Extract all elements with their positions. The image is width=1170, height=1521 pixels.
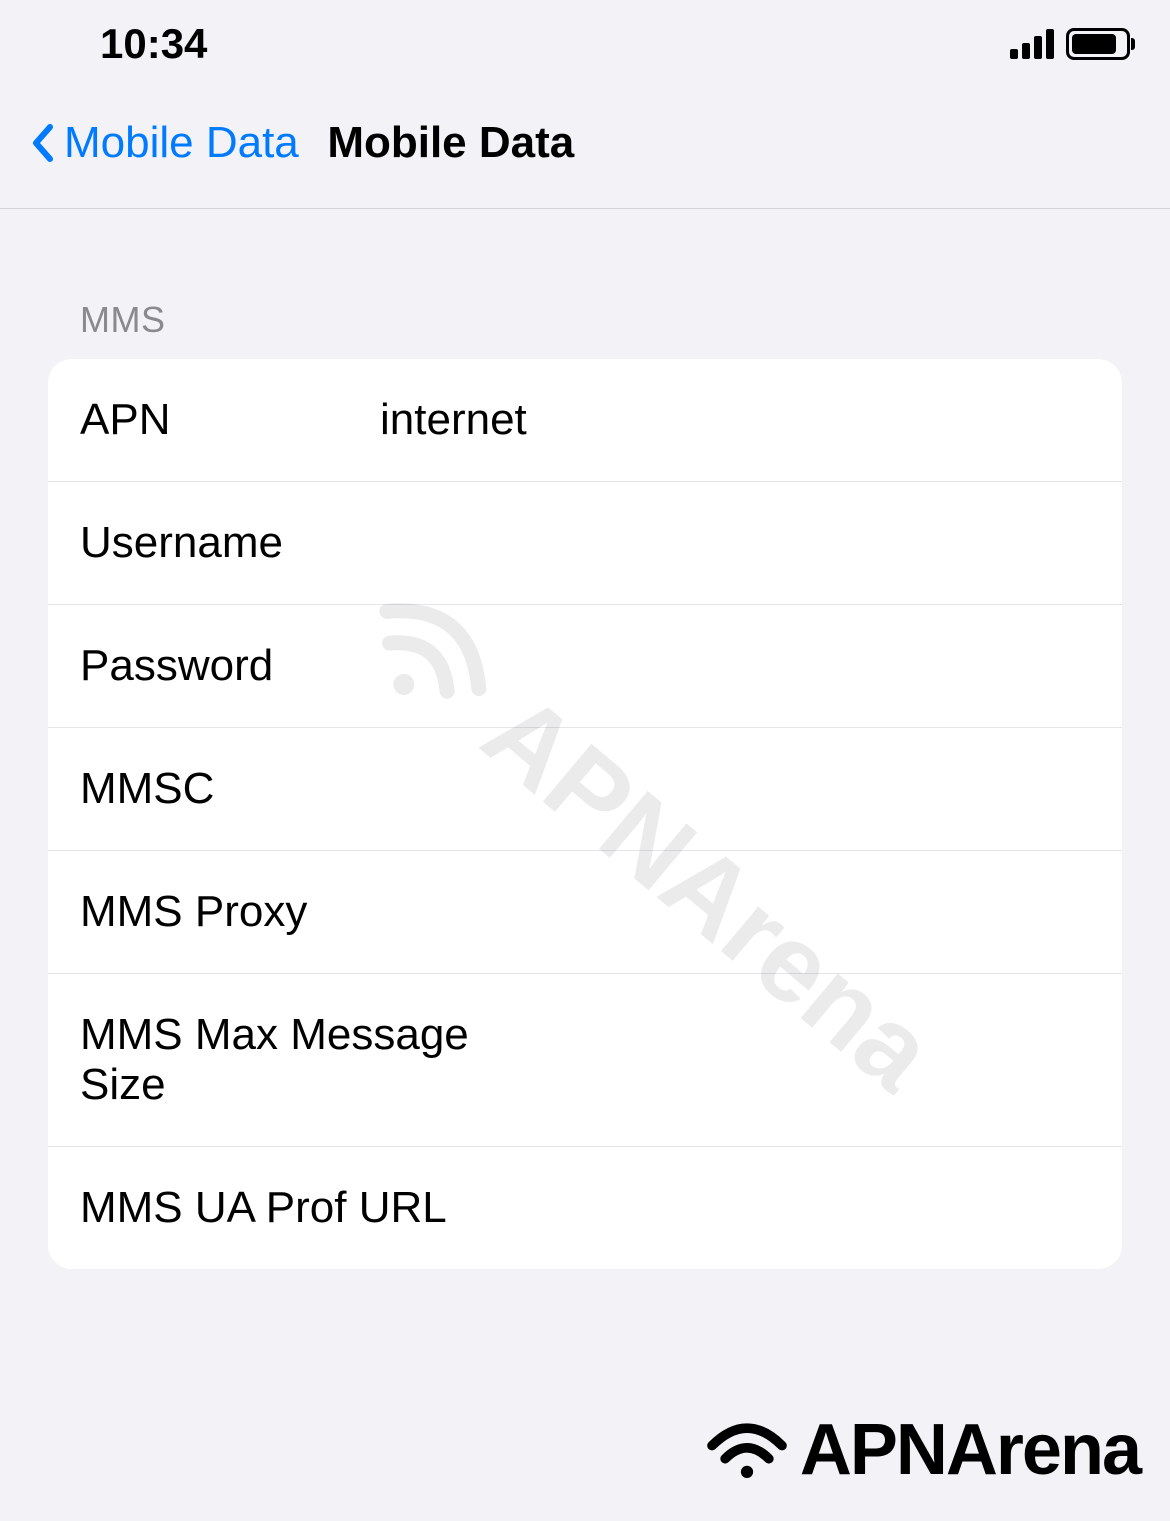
row-label-mms-max-size: MMS Max Message Size xyxy=(80,1010,547,1110)
page-title: Mobile Data xyxy=(327,118,574,167)
cellular-signal-icon xyxy=(1010,29,1054,59)
mms-proxy-input[interactable] xyxy=(547,887,1122,937)
mms-max-size-input[interactable] xyxy=(547,1035,1122,1085)
back-button[interactable]: Mobile Data xyxy=(30,118,299,168)
back-label: Mobile Data xyxy=(64,118,299,168)
status-time: 10:34 xyxy=(100,20,207,68)
footer-brand-text: APNArena xyxy=(800,1409,1140,1491)
footer-brand: APNArena xyxy=(702,1409,1140,1491)
row-username[interactable]: Username xyxy=(48,482,1122,605)
row-password[interactable]: Password xyxy=(48,605,1122,728)
mms-ua-prof-input[interactable] xyxy=(547,1183,1122,1233)
row-label-password: Password xyxy=(80,641,380,691)
nav-bar: Mobile Data Mobile Data xyxy=(0,88,1170,209)
settings-card-mms: APN Username Password MMSC MMS Proxy MMS… xyxy=(48,359,1122,1269)
chevron-left-icon xyxy=(30,123,54,163)
apn-input[interactable] xyxy=(380,395,1122,445)
row-mms-proxy[interactable]: MMS Proxy xyxy=(48,851,1122,974)
row-label-mmsc: MMSC xyxy=(80,764,380,814)
row-label-mms-proxy: MMS Proxy xyxy=(80,887,547,937)
password-input[interactable] xyxy=(380,641,1122,691)
mmsc-input[interactable] xyxy=(380,764,1122,814)
content: MMS APN Username Password MMSC MMS Proxy xyxy=(0,209,1170,1269)
row-label-mms-ua-prof: MMS UA Prof URL xyxy=(80,1183,547,1233)
row-apn[interactable]: APN xyxy=(48,359,1122,482)
section-header-mms: MMS xyxy=(48,299,1122,341)
username-input[interactable] xyxy=(380,518,1122,568)
row-label-username: Username xyxy=(80,518,380,568)
row-mms-max-size[interactable]: MMS Max Message Size xyxy=(48,974,1122,1147)
battery-icon xyxy=(1066,28,1130,60)
row-mms-ua-prof[interactable]: MMS UA Prof URL xyxy=(48,1147,1122,1269)
status-bar: 10:34 xyxy=(0,0,1170,88)
wifi-icon xyxy=(702,1415,792,1485)
row-label-apn: APN xyxy=(80,395,380,445)
status-icons xyxy=(1010,28,1130,60)
row-mmsc[interactable]: MMSC xyxy=(48,728,1122,851)
